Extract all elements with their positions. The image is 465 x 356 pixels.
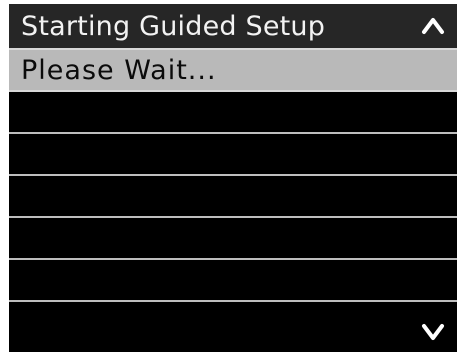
list-item	[9, 260, 457, 302]
list-item	[9, 92, 457, 134]
chevron-down-icon[interactable]	[421, 320, 445, 344]
list-item	[9, 302, 457, 352]
list-item	[9, 134, 457, 176]
list-item	[9, 176, 457, 218]
list-item-label: Please Wait...	[21, 55, 217, 86]
chevron-up-icon[interactable]	[421, 14, 445, 38]
list-item	[9, 218, 457, 260]
title-bar: Starting Guided Setup	[9, 4, 457, 50]
setup-screen: Starting Guided Setup Please Wait...	[9, 4, 457, 352]
list-item-please-wait: Please Wait...	[9, 50, 457, 92]
page-title: Starting Guided Setup	[21, 11, 326, 42]
